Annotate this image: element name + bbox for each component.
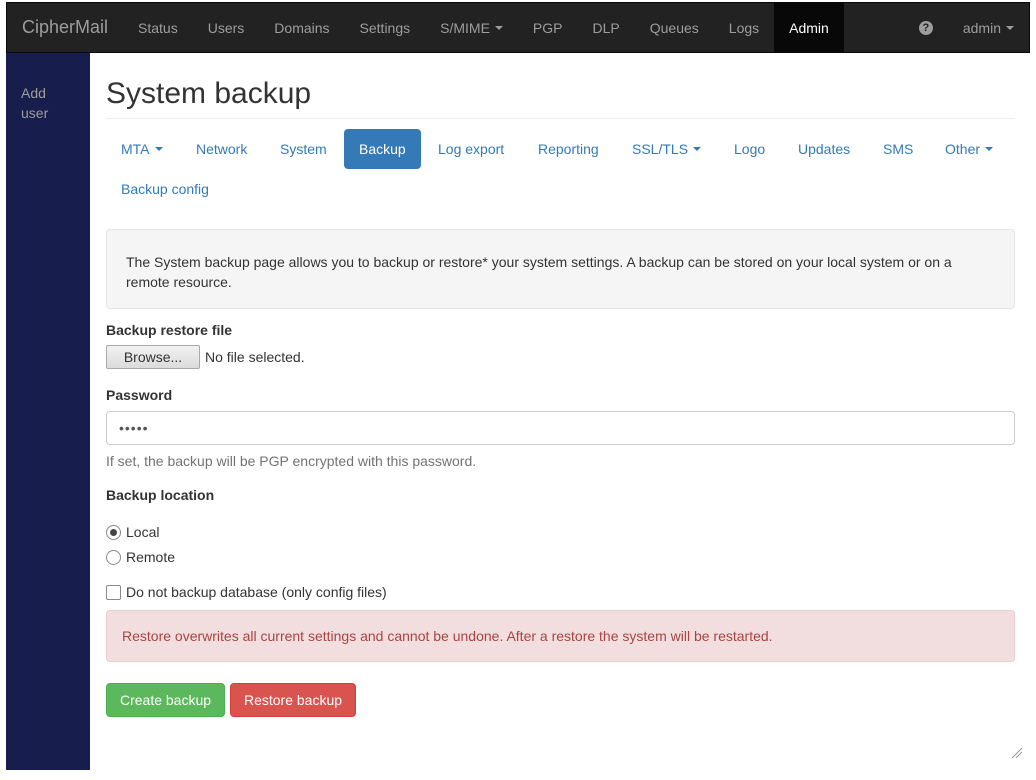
info-panel: The System backup page allows you to bac… (106, 229, 1015, 309)
tab-ssl-tls-label: SSL/TLS (632, 141, 689, 157)
top-navbar: CipherMail Status Users Domains Settings… (6, 2, 1030, 53)
nav-admin[interactable]: Admin (774, 3, 844, 52)
question-circle-icon: ? (918, 20, 933, 35)
tab-system[interactable]: System (265, 129, 342, 169)
radio-remote-label: Remote (126, 549, 176, 565)
nav-dlp[interactable]: DLP (578, 3, 635, 52)
user-menu-label: admin (962, 19, 1001, 36)
tab-other-label: Other (945, 141, 981, 157)
tab-backup-config[interactable]: Backup config (106, 169, 224, 209)
restore-warning-alert: Restore overwrites all current settings … (106, 610, 1015, 662)
radio-local-label: Local (126, 524, 160, 540)
tab-mta[interactable]: MTA (106, 129, 178, 169)
skip-database-checkbox-row[interactable]: Do not backup database (only config file… (106, 584, 387, 600)
page-title: System backup (106, 77, 312, 110)
brand-logo[interactable]: CipherMail (7, 3, 123, 52)
browse-button[interactable]: Browse... (106, 345, 200, 369)
tab-updates[interactable]: Updates (783, 129, 865, 169)
tab-ssl-tls[interactable]: SSL/TLS (617, 129, 716, 169)
caret-down-icon (154, 147, 163, 151)
caret-down-icon (693, 147, 702, 151)
navbar-right: ? admin (904, 3, 1029, 52)
tab-backup[interactable]: Backup (344, 129, 421, 169)
password-field[interactable]: ••••• (106, 411, 1015, 445)
resize-grip-icon[interactable] (1012, 748, 1022, 758)
tab-network[interactable]: Network (181, 129, 262, 169)
skip-database-checkbox[interactable] (106, 584, 121, 600)
radio-checked-icon[interactable] (106, 524, 121, 540)
backup-location-label: Backup location (106, 487, 215, 503)
tab-sms[interactable]: SMS (868, 129, 928, 169)
user-menu-dropdown[interactable]: admin (948, 3, 1029, 52)
caret-down-icon (494, 25, 503, 30)
tab-logo[interactable]: Logo (719, 129, 780, 169)
help-button[interactable]: ? (904, 3, 948, 52)
nav-users[interactable]: Users (193, 3, 260, 52)
create-backup-button[interactable]: Create backup (106, 683, 225, 717)
tab-reporting[interactable]: Reporting (523, 129, 614, 169)
password-help-text: If set, the backup will be PGP encrypted… (106, 453, 477, 469)
caret-down-icon (1006, 25, 1014, 30)
radio-unchecked-icon[interactable] (106, 549, 121, 565)
file-status-text: No file selected. (205, 349, 305, 365)
sidebar: Add user (6, 53, 90, 770)
radio-local[interactable]: Local (106, 524, 159, 540)
caret-down-icon (985, 147, 994, 151)
nav-pgp[interactable]: PGP (518, 3, 578, 52)
nav-status[interactable]: Status (123, 3, 193, 52)
tab-other[interactable]: Other (930, 129, 1008, 169)
skip-database-label: Do not backup database (only config file… (126, 584, 387, 600)
nav-settings[interactable]: Settings (345, 3, 426, 52)
nav-domains[interactable]: Domains (259, 3, 344, 52)
title-divider (106, 118, 1015, 119)
restore-file-label: Backup restore file (106, 322, 233, 338)
restore-backup-button[interactable]: Restore backup (230, 683, 356, 717)
sidebar-item-add-user[interactable]: Add user (21, 83, 75, 123)
nav-queues[interactable]: Queues (635, 3, 714, 52)
tab-log-export[interactable]: Log export (423, 129, 519, 169)
password-label: Password (106, 387, 173, 403)
radio-remote[interactable]: Remote (106, 549, 175, 565)
nav-logs[interactable]: Logs (714, 3, 774, 52)
nav-smime-label: S/MIME (440, 19, 490, 36)
nav-smime-dropdown[interactable]: S/MIME (425, 3, 518, 52)
main-content: System backup MTA Network System Backup … (90, 53, 1030, 770)
tab-mta-label: MTA (121, 141, 150, 157)
